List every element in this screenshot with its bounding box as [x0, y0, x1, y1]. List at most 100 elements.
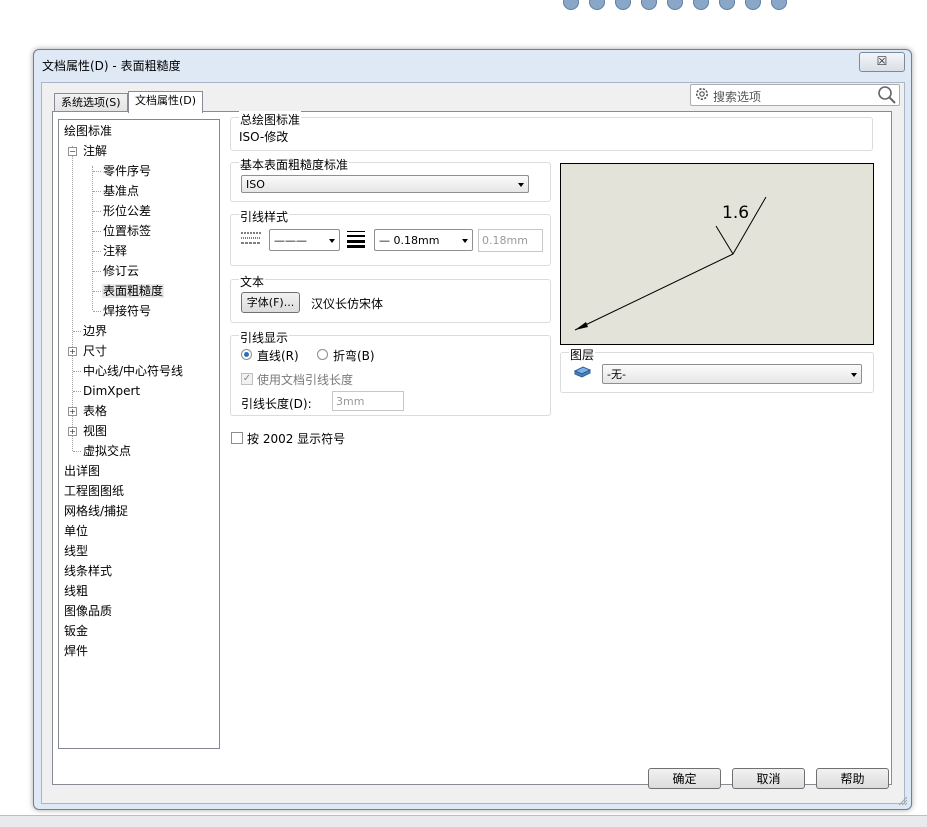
- tree-item-surface-finish[interactable]: 表面粗糙度: [102, 282, 165, 300]
- tree-item-dimxpert[interactable]: DimXpert: [83, 382, 140, 400]
- tree-item-revision-clouds[interactable]: 修订云: [103, 262, 139, 280]
- straight-label[interactable]: 直线(R): [257, 347, 299, 364]
- line-thickness-icon: [347, 231, 365, 248]
- expand-icon[interactable]: +: [68, 427, 77, 436]
- tree-item-border[interactable]: 边界: [83, 322, 107, 340]
- tree-item-line-style[interactable]: 线条样式: [64, 562, 112, 580]
- tree-item-location-labels[interactable]: 位置标签: [103, 222, 151, 240]
- tree-item-views[interactable]: 视图: [83, 422, 107, 440]
- search-input[interactable]: 搜索选项: [690, 84, 900, 106]
- bent-radio[interactable]: [317, 349, 328, 360]
- overall-standard-label: 总绘图标准: [239, 111, 302, 128]
- scene-icon[interactable]: [771, 0, 787, 10]
- options-tree[interactable]: 绘图标准 − 注解 零件序号 基准点 形位公差 位置标签 注释 修订云 表面粗糙…: [58, 119, 220, 749]
- cancel-button[interactable]: 取消: [732, 768, 805, 789]
- tree-item-drawing-standard[interactable]: 绘图标准: [64, 122, 112, 140]
- tree-guide: [93, 311, 101, 312]
- bent-label[interactable]: 折弯(B): [333, 347, 375, 364]
- tree-item-line-thickness[interactable]: 线粗: [64, 582, 88, 600]
- tree-item-units[interactable]: 单位: [64, 522, 88, 540]
- tree-item-dimensions[interactable]: 尺寸: [83, 342, 107, 360]
- base-standard-label: 基本表面粗糙度标准: [239, 156, 350, 173]
- expand-icon[interactable]: +: [68, 407, 77, 416]
- gear-icon[interactable]: [694, 86, 710, 102]
- base-standard-group: 基本表面粗糙度标准 ISO: [230, 156, 551, 202]
- tree-guide: [93, 251, 101, 252]
- tree-guide: [73, 391, 81, 392]
- tree-item-weldments[interactable]: 焊件: [64, 642, 88, 660]
- search-icon[interactable]: [877, 85, 897, 105]
- tab-document-properties[interactable]: 文档属性(D): [128, 91, 204, 113]
- display-style-icon[interactable]: [693, 0, 709, 10]
- tree-item-virtual-sharps[interactable]: 虚拟交点: [83, 442, 131, 460]
- tree-item-geometric-tolerances[interactable]: 形位公差: [103, 202, 151, 220]
- tree-guide: [93, 191, 101, 192]
- tree-item-annotations[interactable]: 注解: [83, 142, 107, 160]
- length-field[interactable]: 3mm: [332, 391, 404, 411]
- line-thickness-select[interactable]: — 0.18mm: [374, 229, 473, 251]
- hide-show-icon[interactable]: [719, 0, 735, 10]
- display-2002-label[interactable]: 按 2002 显示符号: [247, 430, 345, 447]
- tree-item-grid-snap[interactable]: 网格线/捕捉: [64, 502, 128, 520]
- straight-radio[interactable]: [241, 349, 252, 360]
- ok-button[interactable]: 确定: [648, 768, 721, 789]
- view-orientation-icon[interactable]: [641, 0, 657, 10]
- dialog-frame: 系统选项(S) 文档属性(D) 搜索选项 绘图标准 − 注解 零件序号 基准点 …: [41, 82, 905, 804]
- layer-icon: [573, 366, 591, 378]
- leader-style-group: 引线样式 ——— — 0.18mm 0.18mm: [230, 208, 551, 266]
- resize-grip-icon[interactable]: [898, 796, 908, 806]
- layer-label: 图层: [569, 346, 596, 363]
- collapse-icon[interactable]: −: [68, 147, 77, 156]
- app-toolbar-fragment: [555, 0, 825, 10]
- use-doc-length-checkbox[interactable]: ✓: [241, 373, 253, 385]
- help-button[interactable]: 帮助: [816, 768, 889, 789]
- tree-item-weld-symbols[interactable]: 焊接符号: [103, 302, 151, 320]
- title-bar: 文档属性(D) - 表面粗糙度 ☒: [34, 50, 911, 78]
- zoom-icon[interactable]: [563, 0, 579, 10]
- app-status-strip: [0, 815, 927, 827]
- appearance-icon[interactable]: [745, 0, 761, 10]
- font-button[interactable]: 字体(F)...: [241, 292, 300, 313]
- document-properties-dialog: 文档属性(D) - 表面粗糙度 ☒ 系统选项(S) 文档属性(D) 搜索选项 绘…: [33, 49, 912, 810]
- close-button[interactable]: ☒: [859, 52, 905, 72]
- layer-group: 图层 -无-: [560, 346, 874, 393]
- tree-item-drawing-sheets[interactable]: 工程图图纸: [64, 482, 124, 500]
- layer-select[interactable]: -无-: [602, 364, 862, 384]
- chevron-down-icon: [329, 239, 335, 243]
- tree-item-balloons[interactable]: 零件序号: [103, 162, 151, 180]
- expand-icon[interactable]: +: [68, 347, 77, 356]
- tree-guide: [73, 331, 81, 332]
- tab-content-panel: 绘图标准 − 注解 零件序号 基准点 形位公差 位置标签 注释 修订云 表面粗糙…: [52, 111, 892, 785]
- tree-item-notes[interactable]: 注释: [103, 242, 127, 260]
- base-standard-select[interactable]: ISO: [241, 175, 529, 193]
- tree-item-line-font[interactable]: 线型: [64, 542, 88, 560]
- custom-thickness-field[interactable]: 0.18mm: [478, 229, 543, 252]
- use-doc-length-label: 使用文档引线长度: [257, 373, 354, 387]
- line-style-select[interactable]: ———: [269, 229, 340, 251]
- zoom-area-icon[interactable]: [589, 0, 605, 10]
- font-name: 汉仪长仿宋体: [311, 297, 384, 311]
- tree-item-detailing[interactable]: 出详图: [64, 462, 100, 480]
- tree-item-tables[interactable]: 表格: [83, 402, 107, 420]
- tree-guide: [73, 371, 81, 372]
- overall-standard-value: ISO-修改: [239, 130, 289, 144]
- text-group: 文本 字体(F)... 汉仪长仿宋体: [230, 273, 551, 323]
- dialog-title: 文档属性(D) - 表面粗糙度: [42, 59, 181, 73]
- leader-display-label: 引线显示: [239, 329, 290, 346]
- preview-panel: 1.6: [560, 163, 874, 345]
- rotate-icon[interactable]: [667, 0, 683, 10]
- chevron-down-icon: [851, 373, 857, 377]
- tree-guide: [73, 451, 81, 452]
- text-label: 文本: [239, 273, 266, 290]
- tree-guide: [93, 231, 101, 232]
- tree-item-centerlines[interactable]: 中心线/中心符号线: [83, 362, 183, 380]
- tree-item-sheet-metal[interactable]: 钣金: [64, 622, 88, 640]
- tree-item-datums[interactable]: 基准点: [103, 182, 139, 200]
- chevron-down-icon: [518, 183, 524, 187]
- tree-guide: [92, 166, 93, 310]
- display-2002-checkbox[interactable]: [231, 432, 243, 444]
- zoom-previous-icon[interactable]: [615, 0, 631, 10]
- close-icon: ☒: [876, 54, 888, 68]
- tab-system-options[interactable]: 系统选项(S): [54, 93, 128, 112]
- tree-item-image-quality[interactable]: 图像品质: [64, 602, 112, 620]
